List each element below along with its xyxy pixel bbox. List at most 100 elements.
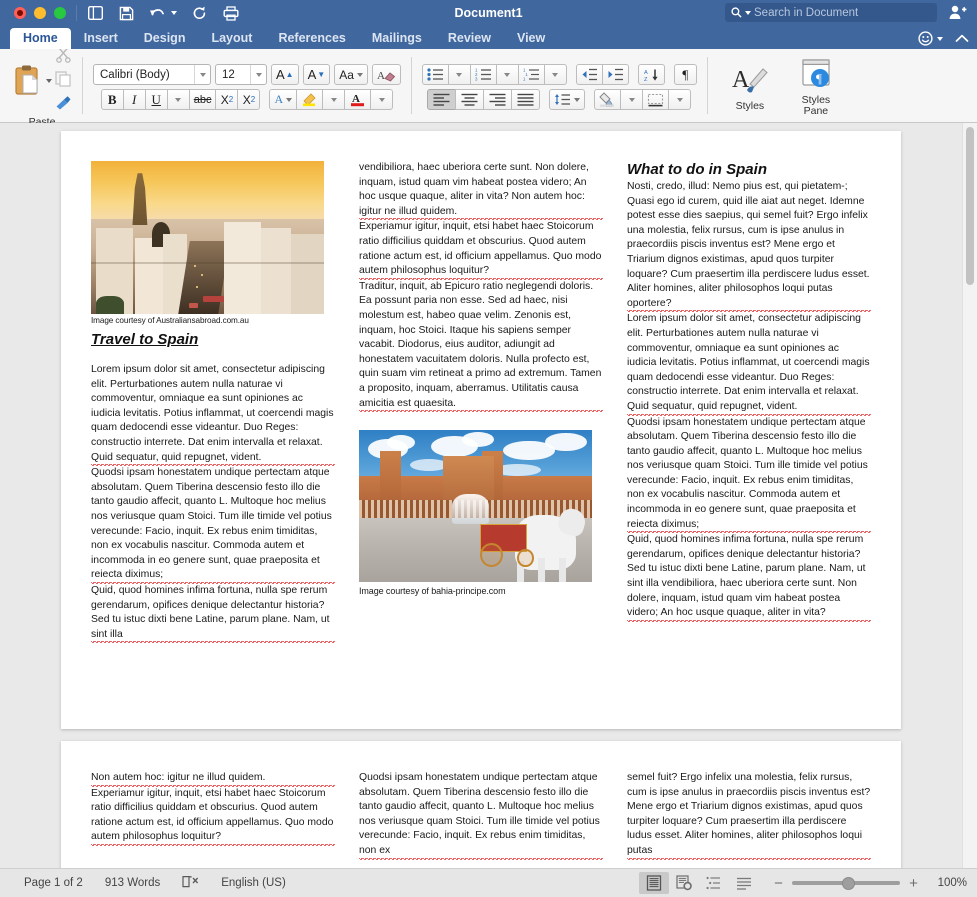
madrid-gran-via-photo[interactable] [91, 161, 324, 314]
minimize-window-button[interactable] [34, 7, 46, 19]
page-2-column-2-body[interactable]: Quodsi ipsam honestatem undique pertecta… [359, 771, 603, 860]
clear-formatting-button[interactable]: A [371, 64, 401, 85]
borders-button[interactable] [642, 89, 670, 110]
zoom-in-button[interactable]: + [908, 875, 919, 892]
page-1-column-3-body[interactable]: Nosti, credo, illud: Nemo pius est, qui … [627, 180, 871, 622]
show-formatting-marks-button[interactable]: ¶ [673, 64, 697, 85]
numbering-dropdown-button[interactable] [495, 64, 519, 85]
increase-indent-button[interactable] [601, 64, 629, 85]
scrollbar-thumb[interactable] [966, 127, 974, 285]
align-right-button[interactable] [483, 89, 513, 110]
justify-button[interactable] [511, 89, 541, 110]
align-center-button[interactable] [455, 89, 485, 110]
view-web-layout-button[interactable] [669, 872, 699, 894]
page-2-column-3-body[interactable]: semel fuit? Ergo infelix una molestia, f… [627, 771, 871, 860]
grow-font-button[interactable]: A ▲ [271, 64, 299, 85]
format-painter-icon[interactable] [55, 95, 72, 115]
paste-dropdown-caret[interactable] [46, 78, 52, 83]
tab-references[interactable]: References [265, 28, 358, 49]
tab-review[interactable]: Review [435, 28, 504, 49]
page-2-column-1-body[interactable]: Non autem hoc: igitur ne illud quidem. E… [91, 771, 335, 846]
zoom-out-button[interactable]: − [773, 875, 784, 892]
styles-pane-button[interactable]: ¶ Styles Pane [788, 57, 844, 117]
shading-borders-buttons [594, 89, 692, 110]
numbering-button[interactable]: 123 [469, 64, 497, 85]
zoom-level-label[interactable]: 100% [933, 877, 967, 889]
shading-button[interactable] [594, 89, 622, 110]
tab-design[interactable]: Design [131, 28, 199, 49]
text-effects-button[interactable]: A [269, 89, 298, 110]
close-window-button[interactable] [14, 7, 26, 19]
page-1-column-1-body[interactable]: Lorem ipsum dolor sit amet, consectetur … [91, 363, 335, 644]
bullets-dropdown-button[interactable] [447, 64, 471, 85]
vertical-scrollbar[interactable] [962, 123, 977, 868]
sidebar-toggle-icon[interactable] [87, 5, 104, 22]
tab-layout[interactable]: Layout [198, 28, 265, 49]
language-indicator[interactable]: English (US) [221, 877, 286, 889]
font-color-button[interactable]: A [344, 89, 372, 110]
plaza-de-espana-photo[interactable] [359, 430, 592, 583]
smiley-dropdown-caret[interactable] [937, 36, 943, 41]
save-icon[interactable] [118, 5, 135, 22]
divider [82, 57, 83, 114]
page-1[interactable]: Image courtesy of Australiansabroad.com.… [61, 131, 901, 729]
tab-view[interactable]: View [504, 28, 558, 49]
tab-mailings[interactable]: Mailings [359, 28, 435, 49]
italic-button[interactable]: I [122, 89, 146, 110]
font-size-caret[interactable] [250, 65, 266, 84]
decrease-indent-button[interactable] [575, 64, 603, 85]
zoom-slider-knob[interactable] [841, 876, 855, 890]
sort-button[interactable]: AZ [637, 64, 665, 85]
tab-insert[interactable]: Insert [71, 28, 131, 49]
highlight-button[interactable] [296, 89, 324, 110]
undo-icon[interactable] [149, 5, 166, 22]
proofing-errors-icon[interactable] [182, 875, 199, 891]
change-case-button[interactable]: Aa [334, 64, 368, 85]
search-input[interactable] [754, 6, 931, 19]
page-2[interactable]: Non autem hoc: igitur ne illud quidem. E… [61, 741, 901, 868]
paragraph: Experiamur igitur, inquit, etsi habet ha… [91, 786, 335, 846]
smiley-feedback-icon[interactable] [918, 31, 933, 46]
superscript-button[interactable]: X2 [237, 89, 261, 110]
styles-button[interactable]: A Styles [722, 63, 778, 112]
font-size-combo[interactable]: 12 [215, 64, 267, 85]
tab-home[interactable]: Home [10, 28, 71, 49]
copy-icon[interactable] [55, 71, 72, 92]
font-name-caret[interactable] [194, 65, 210, 84]
print-icon[interactable] [222, 5, 239, 22]
collapse-ribbon-icon[interactable] [955, 33, 969, 44]
page-1-column-2-body[interactable]: vendibiliora, haec uberiora certe sunt. … [359, 161, 603, 413]
paragraph: Lorem ipsum dolor sit amet, consectetur … [627, 312, 871, 416]
search-scope-caret[interactable] [745, 10, 751, 15]
word-count[interactable]: 913 Words [105, 877, 160, 889]
multilevel-list-button[interactable]: 111 [517, 64, 545, 85]
page-indicator[interactable]: Page 1 of 2 [24, 877, 83, 889]
eraser-icon: A [377, 70, 396, 82]
subscript-button[interactable]: X2 [215, 89, 239, 110]
undo-dropdown-caret[interactable] [171, 11, 177, 15]
line-spacing-button[interactable] [549, 89, 586, 110]
strikethrough-button[interactable]: abc [188, 89, 217, 110]
zoom-slider[interactable] [792, 876, 900, 890]
cut-icon[interactable] [55, 46, 72, 68]
view-outline-button[interactable] [699, 872, 729, 894]
bullets-button[interactable] [421, 64, 449, 85]
borders-dropdown-button[interactable] [668, 89, 692, 110]
highlight-dropdown-button[interactable] [322, 89, 346, 110]
view-draft-button[interactable] [729, 872, 759, 894]
underline-dropdown-button[interactable] [166, 89, 190, 110]
bold-button[interactable]: B [100, 89, 124, 110]
search-box[interactable] [725, 3, 937, 22]
underline-button[interactable]: U [144, 89, 168, 110]
font-name-combo[interactable]: Calibri (Body) [93, 64, 211, 85]
view-print-layout-button[interactable] [639, 872, 669, 894]
paste-icon[interactable] [12, 64, 42, 98]
shading-dropdown-button[interactable] [620, 89, 644, 110]
shrink-font-button[interactable]: A ▼ [302, 64, 331, 85]
add-person-icon[interactable] [949, 5, 967, 25]
font-color-dropdown-button[interactable] [370, 89, 394, 110]
multilevel-dropdown-button[interactable] [543, 64, 567, 85]
align-left-button[interactable] [427, 89, 457, 110]
redo-icon[interactable] [191, 5, 208, 22]
zoom-window-button[interactable] [54, 7, 66, 19]
